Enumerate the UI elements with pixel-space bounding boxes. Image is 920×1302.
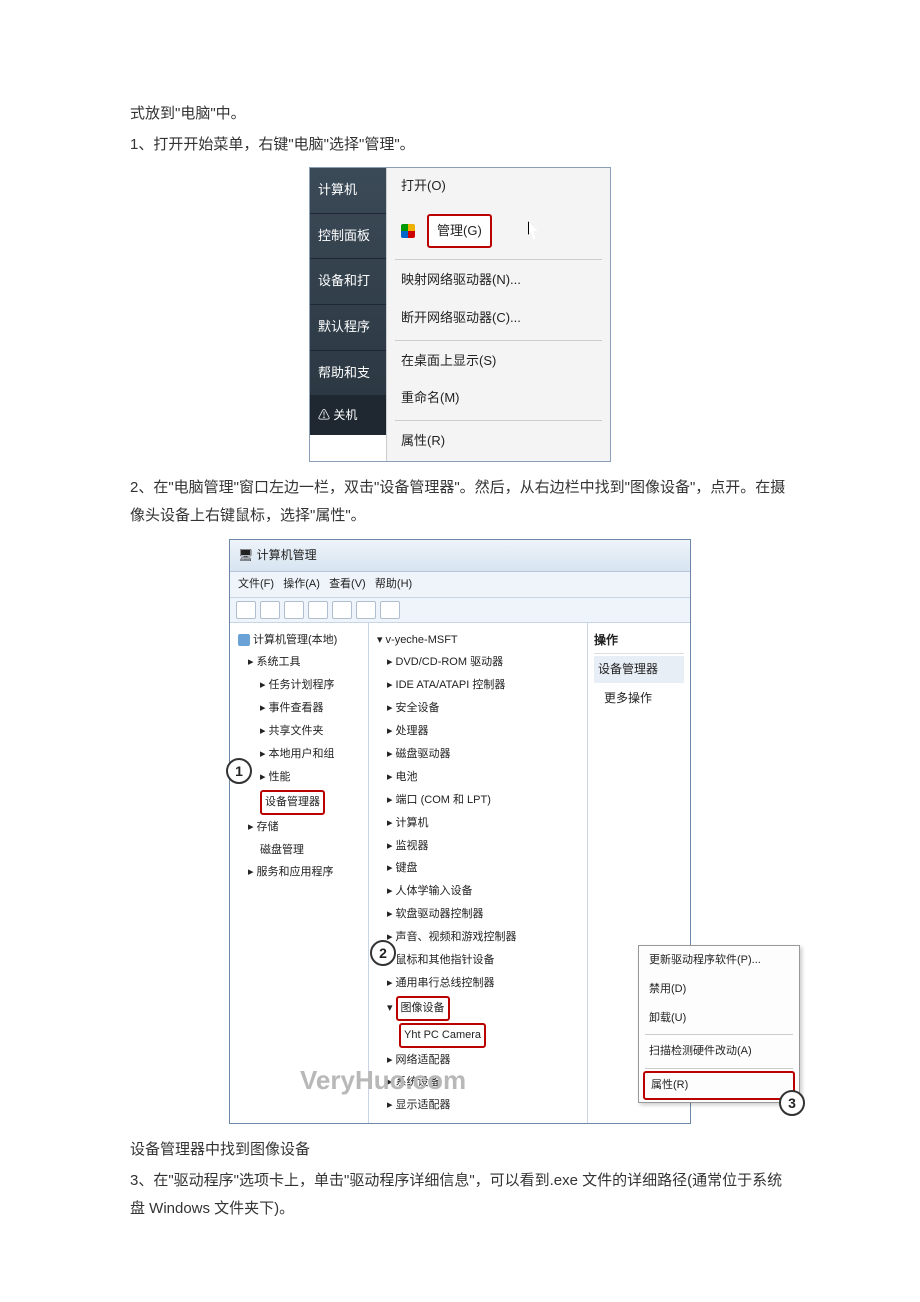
dev-monitor[interactable]: ▸ 监视器 (373, 835, 583, 858)
separator (395, 340, 602, 341)
para-step1: 1、打开开始菜单，右键"电脑"选择"管理"。 (130, 131, 790, 160)
menu-action[interactable]: 操作(A) (283, 578, 320, 590)
start-item-control-panel[interactable]: 控制面板 (310, 214, 386, 260)
start-item-computer[interactable]: 计算机 (310, 168, 386, 214)
toolbar-forward[interactable] (260, 601, 280, 619)
computer-icon (238, 634, 250, 646)
para-step3: 3、在"驱动程序"选项卡上，单击"驱动程序详细信息"，可以看到.exe 文件的详… (130, 1167, 790, 1224)
menu-view[interactable]: 查看(V) (329, 578, 366, 590)
toolbar-btn[interactable] (356, 601, 376, 619)
menu-show-desktop[interactable]: 在桌面上显示(S) (387, 343, 610, 381)
tree-shared-folders[interactable]: ▸ 共享文件夹 (234, 720, 364, 743)
actions-header: 操作 (594, 629, 684, 655)
menu-rename[interactable]: 重命名(M) (387, 380, 610, 418)
start-item-default-programs[interactable]: 默认程序 (310, 305, 386, 351)
ctx2-update-driver[interactable]: 更新驱动程序软件(P)... (639, 946, 799, 975)
actions-devmgr[interactable]: 设备管理器 (594, 656, 684, 683)
tree-task-scheduler[interactable]: ▸ 任务计划程序 (234, 674, 364, 697)
tree-event-viewer[interactable]: ▸ 事件查看器 (234, 697, 364, 720)
context-menu-2: 更新驱动程序软件(P)... 禁用(D) 卸载(U) 扫描检测硬件改动(A) 属… (638, 945, 800, 1103)
dev-host[interactable]: ▾ v-yeche-MSFT (373, 629, 583, 652)
toolbar-btn[interactable] (380, 601, 400, 619)
window-title: 🖥 计算机管理 (230, 540, 690, 572)
figure-1: 计算机 控制面板 设备和打 默认程序 帮助和支 ⚠ 关机 打开(O) 管理(G)… (309, 167, 611, 462)
tree-device-manager[interactable]: 设备管理器 (234, 789, 364, 816)
shutdown-label: 关机 (333, 408, 357, 422)
ctx2-properties[interactable]: 属性(R) (643, 1071, 795, 1100)
para-caption2: 设备管理器中找到图像设备 (130, 1136, 790, 1165)
dev-mouse[interactable]: ▸ 鼠标和其他指针设备 (373, 949, 583, 972)
separator (395, 420, 602, 421)
toolbar-btn[interactable] (308, 601, 328, 619)
menu-help[interactable]: 帮助(H) (375, 578, 412, 590)
dev-cpu[interactable]: ▸ 处理器 (373, 720, 583, 743)
dev-ide[interactable]: ▸ IDE ATA/ATAPI 控制器 (373, 674, 583, 697)
dev-keyboard[interactable]: ▸ 键盘 (373, 857, 583, 880)
menu-disconnect-drive[interactable]: 断开网络驱动器(C)... (387, 300, 610, 338)
toolbar (230, 598, 690, 623)
dev-usb[interactable]: ▸ 通用串行总线控制器 (373, 972, 583, 995)
toolbar-btn[interactable] (332, 601, 352, 619)
menu-manage-row[interactable]: 管理(G) (387, 206, 610, 258)
marker-1: 1 (226, 758, 252, 784)
shield-icon (401, 224, 415, 238)
menu-bar: 文件(F) 操作(A) 查看(V) 帮助(H) (230, 572, 690, 598)
title-text: 计算机管理 (257, 548, 317, 562)
menu-properties[interactable]: 属性(R) (387, 423, 610, 461)
left-pane: 计算机管理(本地) ▸ 系统工具 ▸ 任务计划程序 ▸ 事件查看器 ▸ 共享文件… (230, 623, 369, 1124)
watermark: VeryHuo.com (300, 1056, 466, 1105)
tree-disk-management[interactable]: 磁盘管理 (234, 839, 364, 862)
separator (395, 259, 602, 260)
dev-battery[interactable]: ▸ 电池 (373, 766, 583, 789)
actions-more[interactable]: 更多操作 (594, 683, 684, 714)
marker-2: 2 (370, 940, 396, 966)
camera-highlight: Yht PC Camera (399, 1023, 486, 1048)
figure-1-wrap: 计算机 控制面板 设备和打 默认程序 帮助和支 ⚠ 关机 打开(O) 管理(G)… (130, 167, 790, 462)
tree-system-tools[interactable]: ▸ 系统工具 (234, 651, 364, 674)
tree-root[interactable]: 计算机管理(本地) (234, 629, 364, 652)
menu-manage: 管理(G) (427, 214, 492, 249)
marker-3: 3 (779, 1090, 805, 1116)
ctx2-disable[interactable]: 禁用(D) (639, 975, 799, 1004)
start-shutdown[interactable]: ⚠ 关机 (310, 396, 386, 435)
dev-floppy[interactable]: ▸ 软盘驱动器控制器 (373, 903, 583, 926)
tree-local-users[interactable]: ▸ 本地用户和组 (234, 743, 364, 766)
menu-file[interactable]: 文件(F) (238, 578, 274, 590)
dev-disk[interactable]: ▸ 磁盘驱动器 (373, 743, 583, 766)
device-manager-highlight: 设备管理器 (260, 790, 325, 815)
dev-ports[interactable]: ▸ 端口 (COM 和 LPT) (373, 789, 583, 812)
toolbar-btn[interactable] (284, 601, 304, 619)
menu-open[interactable]: 打开(O) (387, 168, 610, 206)
dev-dvd[interactable]: ▸ DVD/CD-ROM 驱动器 (373, 651, 583, 674)
dev-imaging[interactable]: ▾ 图像设备 (373, 995, 583, 1022)
start-item-help[interactable]: 帮助和支 (310, 351, 386, 397)
figure-2-wrap: 🖥 计算机管理 文件(F) 操作(A) 查看(V) 帮助(H) 计算机管理(本地… (130, 539, 790, 1124)
dev-hid[interactable]: ▸ 人体学输入设备 (373, 880, 583, 903)
cursor-icon (528, 221, 542, 241)
figure-2: 🖥 计算机管理 文件(F) 操作(A) 查看(V) 帮助(H) 计算机管理(本地… (229, 539, 691, 1124)
dev-computer[interactable]: ▸ 计算机 (373, 812, 583, 835)
imaging-highlight: 图像设备 (396, 996, 450, 1021)
dev-sound[interactable]: ▸ 声音、视频和游戏控制器 (373, 926, 583, 949)
tree-performance[interactable]: ▸ 性能 (234, 766, 364, 789)
tree-storage[interactable]: ▸ 存储 (234, 816, 364, 839)
separator (645, 1034, 793, 1035)
ctx2-uninstall[interactable]: 卸载(U) (639, 1004, 799, 1033)
toolbar-back[interactable] (236, 601, 256, 619)
context-menu: 打开(O) 管理(G) 映射网络驱动器(N)... 断开网络驱动器(C)... … (386, 168, 610, 461)
para-continued: 式放到"电脑"中。 (130, 100, 790, 129)
tree-services[interactable]: ▸ 服务和应用程序 (234, 861, 364, 884)
dev-security[interactable]: ▸ 安全设备 (373, 697, 583, 720)
middle-pane: ▾ v-yeche-MSFT ▸ DVD/CD-ROM 驱动器 ▸ IDE AT… (369, 623, 588, 1124)
separator (645, 1068, 793, 1069)
panes: 计算机管理(本地) ▸ 系统工具 ▸ 任务计划程序 ▸ 事件查看器 ▸ 共享文件… (230, 623, 690, 1124)
start-item-devices[interactable]: 设备和打 (310, 259, 386, 305)
dev-camera[interactable]: Yht PC Camera (373, 1022, 583, 1049)
start-menu-left: 计算机 控制面板 设备和打 默认程序 帮助和支 ⚠ 关机 (310, 168, 386, 428)
menu-map-drive[interactable]: 映射网络驱动器(N)... (387, 262, 610, 300)
para-step2: 2、在"电脑管理"窗口左边一栏，双击"设备管理器"。然后，从右边栏中找到"图像设… (130, 474, 790, 531)
ctx2-scan[interactable]: 扫描检测硬件改动(A) (639, 1037, 799, 1066)
